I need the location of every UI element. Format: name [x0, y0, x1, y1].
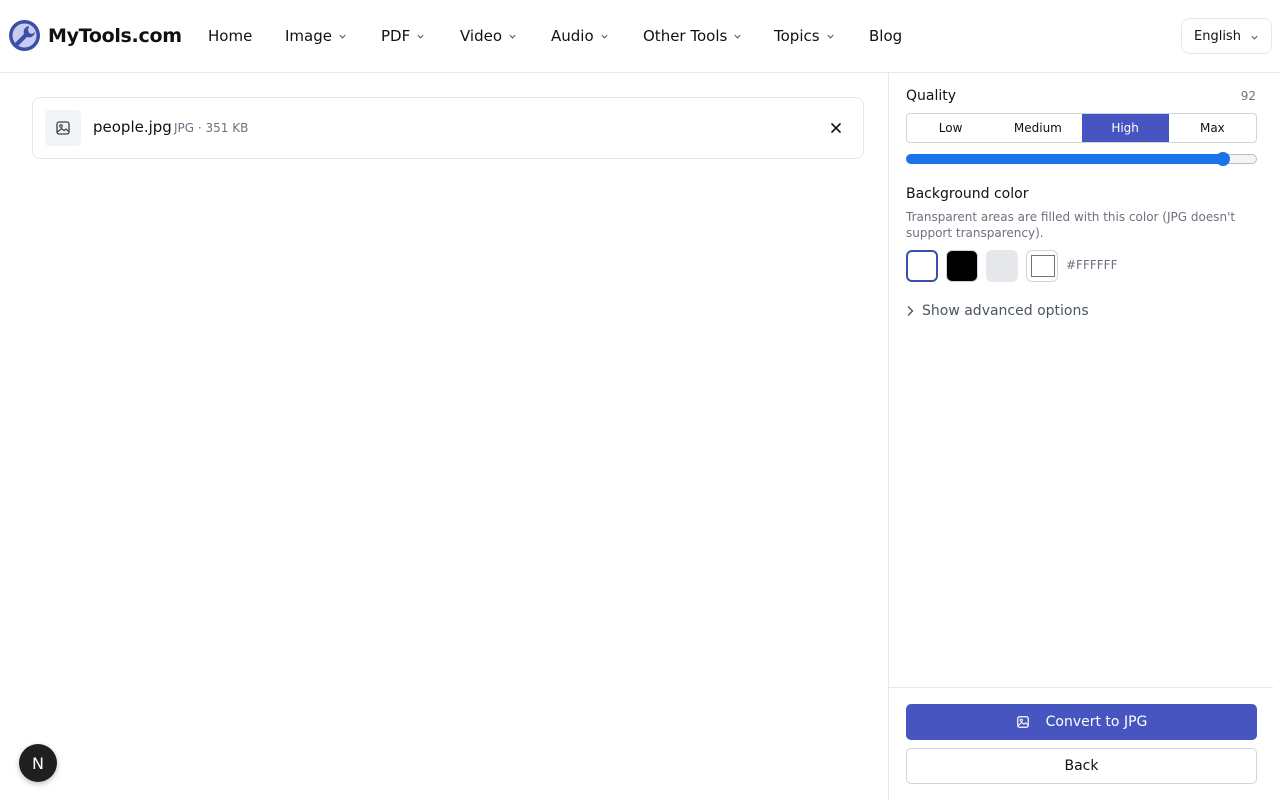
show-advanced-label: Show advanced options	[922, 303, 1089, 319]
quality-preset-group: Low Medium High Max	[906, 113, 1257, 143]
chevron-down-icon	[601, 34, 608, 39]
nav-pdf-label: PDF	[381, 27, 411, 45]
nav-pdf[interactable]: PDF	[381, 0, 425, 72]
logo[interactable]: MyTools.com	[8, 19, 182, 52]
badge-letter: N	[32, 753, 44, 773]
nav-home[interactable]: Home	[208, 0, 252, 72]
slider-thumb[interactable]	[1216, 152, 1231, 166]
chevron-down-icon	[1251, 35, 1258, 40]
image-icon	[56, 121, 70, 135]
chevron-down-icon	[734, 34, 741, 39]
convert-button[interactable]: Convert to JPG	[906, 704, 1257, 740]
quality-medium-button[interactable]: Medium	[994, 114, 1081, 142]
slider-fill	[906, 154, 1224, 164]
chevron-down-icon	[826, 34, 834, 39]
convert-button-label: Convert to JPG	[1045, 714, 1148, 730]
nav-blog[interactable]: Blog	[869, 0, 902, 72]
chevron-down-icon	[417, 34, 424, 39]
show-advanced-toggle[interactable]: Show advanced options	[906, 303, 1089, 319]
nav-audio-label: Audio	[551, 27, 594, 45]
panel-footer-divider	[889, 687, 1273, 688]
brand-name: MyTools.com	[48, 24, 182, 47]
nextjs-dev-badge[interactable]: N	[19, 744, 57, 782]
nav-home-label: Home	[208, 27, 253, 45]
quality-low-button[interactable]: Low	[907, 114, 994, 142]
background-color-description: Transparent areas are filled with this c…	[906, 210, 1236, 240]
nav-image-label: Image	[285, 27, 332, 45]
quality-value: 92	[1240, 89, 1256, 103]
chevron-down-icon	[339, 34, 346, 39]
nav-topics-label: Topics	[774, 27, 820, 45]
chevron-down-icon	[509, 34, 516, 39]
file-item: people.jpg JPG · 351 KB	[32, 97, 864, 159]
nav-blog-label: Blog	[869, 27, 903, 45]
quality-label: Quality	[906, 88, 957, 104]
wrench-logo-icon	[9, 20, 40, 51]
nav-video[interactable]: Video	[460, 0, 517, 72]
nav-topics[interactable]: Topics	[774, 0, 835, 72]
site-header: MyTools.com Home Image PDF Video Audio O…	[0, 0, 1280, 73]
nav-video-label: Video	[460, 27, 503, 45]
custom-color-picker[interactable]	[1026, 250, 1058, 282]
nav-other-tools-label: Other Tools	[643, 27, 728, 45]
nav-audio[interactable]: Audio	[551, 0, 609, 72]
settings-panel: Quality 92 Low Medium High Max Backgroun…	[888, 73, 1280, 800]
swatch-gray[interactable]	[986, 250, 1018, 282]
color-hex-value: #FFFFFF	[1066, 258, 1118, 272]
swatch-black[interactable]	[946, 250, 978, 282]
close-icon	[830, 122, 842, 134]
nav-other-tools[interactable]: Other Tools	[643, 0, 742, 72]
file-thumbnail	[45, 110, 81, 146]
file-meta: JPG · 351 KB	[174, 121, 249, 135]
chevron-right-icon	[907, 306, 914, 316]
remove-file-button[interactable]	[825, 117, 847, 139]
file-name: people.jpg	[93, 118, 172, 136]
swatch-white[interactable]	[906, 250, 938, 282]
back-button-label: Back	[1064, 758, 1099, 774]
quality-high-button[interactable]: High	[1081, 114, 1169, 142]
quality-slider[interactable]	[906, 152, 1257, 166]
quality-max-button[interactable]: Max	[1169, 114, 1256, 142]
image-icon	[1016, 716, 1029, 728]
language-label: English	[1194, 28, 1241, 44]
back-button[interactable]: Back	[906, 748, 1257, 784]
language-select[interactable]: English	[1181, 18, 1272, 54]
custom-color-preview	[1031, 255, 1055, 277]
nav-image[interactable]: Image	[285, 0, 347, 72]
background-color-label: Background color	[906, 186, 1029, 202]
